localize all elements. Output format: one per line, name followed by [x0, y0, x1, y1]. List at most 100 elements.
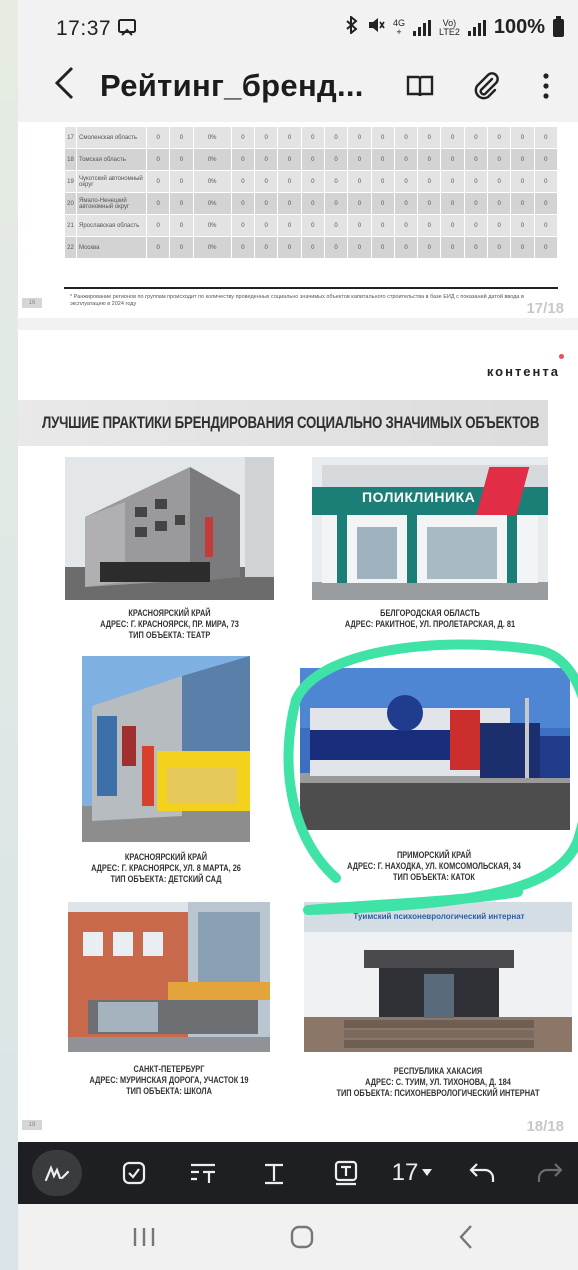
table-cell: 0	[533, 126, 559, 149]
table-cell: 0	[370, 236, 395, 259]
table-cell: 0	[254, 214, 279, 237]
status-time: 17:37	[56, 17, 112, 40]
table-cell: 0	[277, 192, 302, 215]
table-cell: 0%	[192, 214, 232, 237]
table-cell: 0	[463, 126, 489, 149]
page-heading: ЛУЧШИЕ ПРАКТИКИ БРЕНДИРОВАНИЯ СОЦИАЛЬНО …	[42, 413, 540, 432]
chevron-left-icon	[54, 66, 74, 100]
select-tool-button[interactable]	[114, 1150, 154, 1196]
reading-mode-button[interactable]	[404, 70, 438, 104]
page-side-badge: 18	[22, 1120, 42, 1130]
font-size-selector[interactable]: 17	[382, 1150, 442, 1196]
table-cell: 0	[169, 214, 194, 237]
table-cell: 0	[300, 192, 325, 215]
photo-clinic: ПОЛИКЛИНИКА	[312, 457, 548, 600]
table-cell: 0	[277, 126, 302, 149]
table-cell: 0	[169, 192, 194, 215]
row-number: 19	[64, 170, 77, 193]
table-cell: 0	[323, 170, 349, 193]
table-cell: 0	[510, 192, 535, 215]
table-cell: 0	[440, 236, 465, 259]
table-cell: 0%	[192, 236, 232, 259]
status-bar: 17:37 4G + Vo) LTE2 100%	[18, 0, 578, 56]
table-cell: 0	[370, 214, 395, 237]
clinic-sign: ПОЛИКЛИНИКА	[362, 489, 476, 505]
phone-screen: 17:37 4G + Vo) LTE2 100% Рейтинг_бренд...	[18, 0, 578, 1270]
system-back-button[interactable]	[446, 1222, 486, 1252]
table-cell: 0	[145, 236, 171, 259]
table-cell: 0	[440, 126, 465, 149]
annotation-toolbar: 17	[18, 1142, 578, 1204]
table-cell: 0	[254, 148, 279, 171]
pen-icon	[44, 1165, 70, 1182]
table-cell: 0	[487, 148, 512, 171]
row-number: 17	[64, 126, 77, 149]
checkbox-icon	[122, 1161, 146, 1185]
battery-icon	[553, 15, 564, 37]
recent-apps-button[interactable]	[124, 1222, 164, 1252]
table-cell: 0	[277, 170, 302, 193]
text-format-icon	[191, 1163, 215, 1183]
table-cell: 0	[463, 148, 489, 171]
redo-button[interactable]	[530, 1150, 570, 1196]
status-icons: 4G + Vo) LTE2 100%	[345, 14, 564, 39]
table-row: 19 Чукотский автономный округ 0 0 0% 0 0 0 0 0 0 0 0…	[64, 170, 559, 193]
table-cell: 0	[393, 148, 419, 171]
textbox-tool-button[interactable]	[326, 1150, 366, 1196]
volte-indicator: Vo) LTE2	[439, 17, 460, 37]
table-cell: 0	[300, 126, 325, 149]
text-format-button[interactable]	[183, 1150, 223, 1196]
table-cell: 0	[463, 236, 489, 259]
home-button[interactable]	[282, 1222, 322, 1252]
caption-2: БЕЛГОРОДСКАЯ ОБЛАСТЬ АДРЕС: РАКИТНОЕ, УЛ…	[344, 608, 516, 629]
photo-kindergarten	[82, 656, 250, 842]
table-row: 20 Ямало-Ненецкий автономный округ 0 0 0% 0 0 0…	[64, 192, 559, 215]
table-bottom-rule	[64, 287, 558, 289]
screen: 17:37 4G + Vo) LTE2 100% Рейтинг_бренд...	[0, 0, 578, 1270]
table-cell: 0	[463, 170, 489, 193]
pdf-page-17[interactable]: 17 Смоленская область 0 0 0% 0 0 0 0 0 0 0 0 0 0 0 0 0 0 18…	[18, 122, 578, 318]
more-options-button[interactable]	[530, 70, 564, 104]
table-cell: 0	[230, 214, 256, 237]
brand-dot	[559, 354, 564, 359]
table-cell: 0%	[192, 192, 232, 215]
signal-icon	[413, 19, 431, 36]
table-cell: 0	[487, 214, 512, 237]
table-cell: 0	[323, 192, 349, 215]
table-cell: 0	[487, 236, 512, 259]
table-cell: 0%	[192, 148, 232, 171]
table-cell: 0	[487, 126, 512, 149]
back-button[interactable]	[52, 64, 76, 109]
table-cell: 0	[440, 148, 465, 171]
table-cell: 0	[230, 170, 256, 193]
page-number: 18/18	[526, 1118, 564, 1135]
table-cell: 0	[533, 170, 559, 193]
table-cell: 0	[393, 236, 419, 259]
table-cell: 0	[463, 192, 489, 215]
table-cell: 0	[440, 170, 465, 193]
table-cell: 0	[300, 236, 325, 259]
table-cell: 0	[393, 192, 419, 215]
table-cell: 0	[300, 148, 325, 171]
table-cell: 0	[277, 236, 302, 259]
text-tool-button[interactable]	[254, 1150, 294, 1196]
row-number: 22	[64, 236, 77, 259]
attach-button[interactable]	[470, 70, 504, 104]
table-cell: 0	[230, 126, 256, 149]
table-cell: 0	[440, 214, 465, 237]
photo-school	[68, 902, 270, 1052]
cast-icon	[116, 18, 138, 41]
undo-button[interactable]	[462, 1150, 502, 1196]
table-cell: 0	[254, 236, 279, 259]
pen-tool-button[interactable]	[32, 1150, 82, 1196]
pdf-page-18[interactable]: контента ЛУЧШИЕ ПРАКТИКИ БРЕНДИРОВАНИЯ С…	[18, 330, 578, 1142]
table-cell: 0	[463, 214, 489, 237]
table-cell: 0	[533, 192, 559, 215]
table-cell: 0	[145, 126, 171, 149]
page-side-badge: 16	[22, 298, 42, 308]
battery-percent: 100%	[493, 16, 545, 38]
bluetooth-icon	[345, 14, 359, 39]
table-cell: 0	[230, 236, 256, 259]
text-icon	[265, 1163, 283, 1185]
system-navigation-bar	[18, 1204, 578, 1270]
